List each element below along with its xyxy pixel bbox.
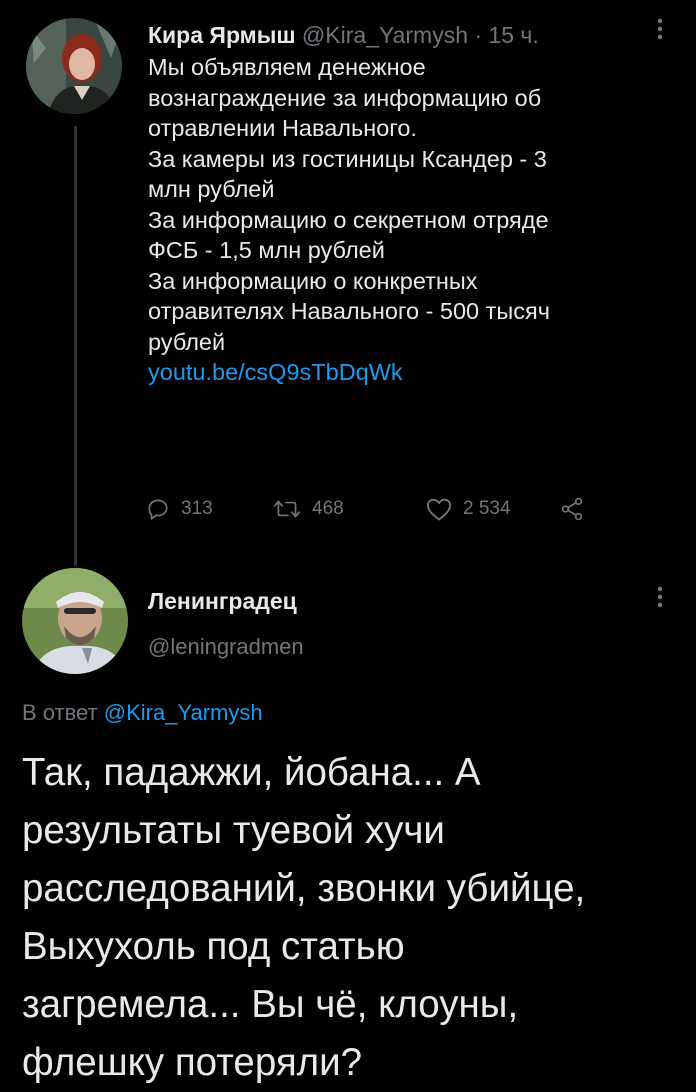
reply-author-handle[interactable]: @leningradmen [148,634,304,660]
replying-to: В ответ @Kira_Yarmysh [22,700,263,726]
reply-line: результаты туевой хучи [22,809,445,852]
tweet-line: Мы объявляем денежное [148,54,426,80]
retweet-count: 468 [312,498,344,519]
author-handle[interactable]: @Kira_Yarmysh [302,22,468,48]
reply-line: загремела... Вы чё, клоуны, [22,983,519,1026]
reply-line: расследований, звонки убийце, [22,867,586,910]
tweet-header: Кира Ярмыш @Kira_Yarmysh · 15 ч. [148,20,539,50]
tweet-text: Мы объявляем денежное вознаграждение за … [148,52,668,388]
reply-icon [148,499,168,520]
kira-avatar[interactable] [26,18,122,114]
tweet-line: За информацию о секретном отряде [148,206,549,233]
reply-author-name[interactable]: Ленинградец [148,588,297,615]
reply-text: Так, падажжи, йобана... А результаты туе… [22,744,672,1092]
reply-line: Выхухоль под статью [22,925,405,968]
tweet-time[interactable]: 15 ч. [488,22,538,48]
more-vertical-icon[interactable] [650,586,670,612]
header-separator: · [467,22,489,48]
replying-to-mention[interactable]: @Kira_Yarmysh [104,700,263,725]
reply-count: 313 [181,498,213,519]
tweet-line: млн рублей [148,176,275,202]
like-count: 2 534 [463,498,511,519]
tweet-line: отравлении Навального. [148,115,417,141]
more-vertical-icon[interactable] [650,18,670,44]
tweet-link[interactable]: youtu.be/csQ9sTbDqWk [148,357,668,388]
leningradmen-avatar[interactable] [22,568,128,674]
reply-button[interactable]: 313 [145,496,213,522]
tweet-line: ФСБ - 1,5 млн рублей [148,237,385,263]
reply-line: Так, падажжи, йобана... А [22,751,481,794]
retweet-icon [273,500,301,518]
share-icon [561,497,583,521]
replying-to-prefix: В ответ [22,700,104,725]
tweet-line: За камеры из гостиницы Ксандер - 3 [148,145,547,172]
thread-connector-line [74,126,77,566]
tweet-line: вознаграждение за информацию об [148,84,542,111]
tweet-line: За информацию о конкретных [148,267,478,294]
tweet-line: отравителях Навального - 500 тысяч [148,298,551,324]
heart-icon [426,498,452,521]
retweet-button[interactable]: 468 [272,496,344,522]
like-button[interactable]: 2 534 [425,496,511,522]
author-name[interactable]: Кира Ярмыш [148,22,296,48]
reply-line: флешку потеряли? [22,1041,363,1084]
share-button[interactable] [559,496,595,522]
tweet-line: рублей [148,328,226,355]
